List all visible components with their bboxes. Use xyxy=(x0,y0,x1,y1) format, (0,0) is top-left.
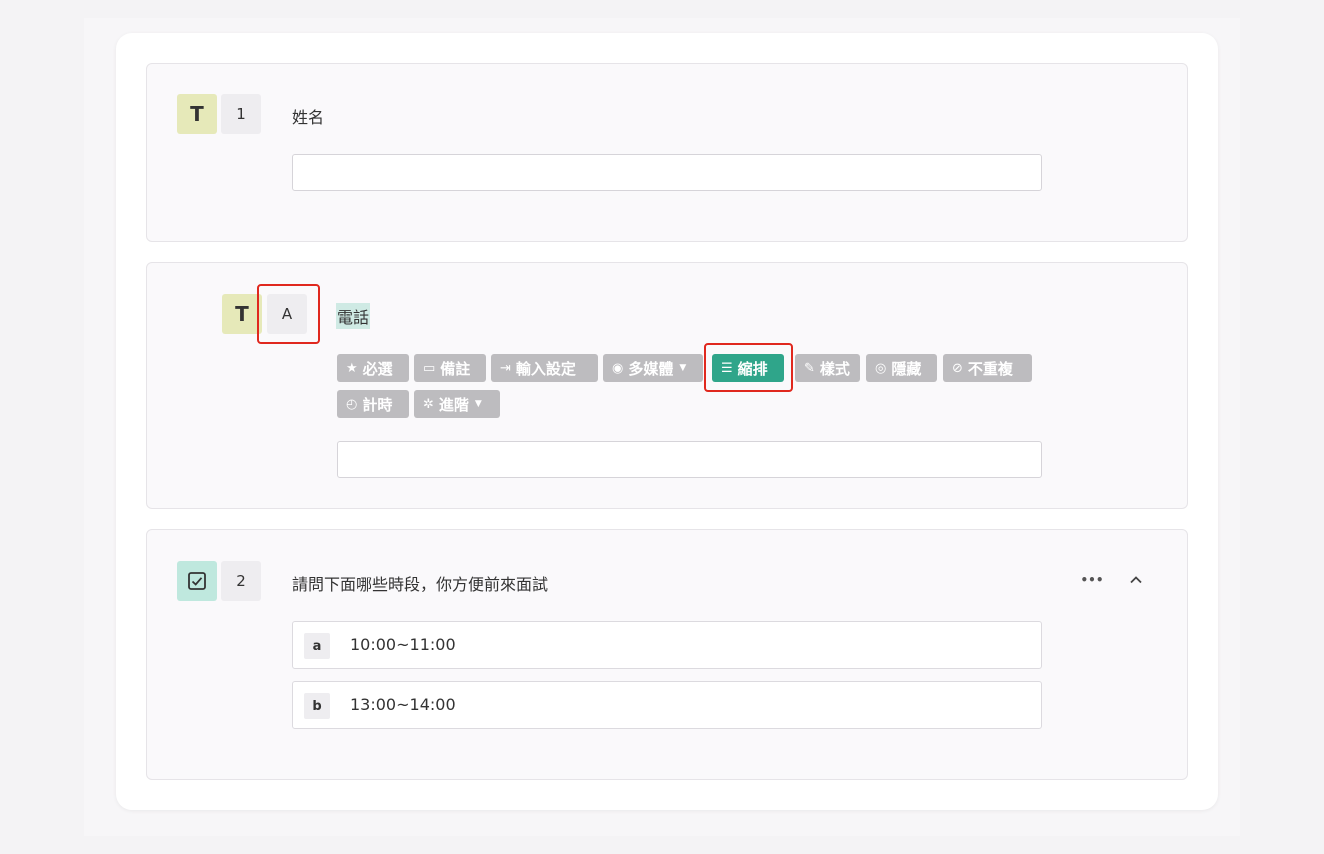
question-block-1[interactable] xyxy=(146,63,1188,242)
more-options-icon[interactable]: ••• xyxy=(1078,568,1106,592)
name-answer-input[interactable] xyxy=(292,154,1042,191)
required-button[interactable]: ★ 必選 xyxy=(337,354,409,382)
option-text[interactable]: 13:00~14:00 xyxy=(350,695,456,714)
style-button[interactable]: ✎ 樣式 xyxy=(795,354,860,382)
text-type-badge: T xyxy=(177,94,217,134)
collapse-icon[interactable] xyxy=(1124,566,1148,594)
timer-button[interactable]: ◴ 計時 xyxy=(337,390,409,418)
question-title[interactable]: 請問下面哪些時段，你方便前來面試 xyxy=(292,571,548,595)
required-label: 必選 xyxy=(362,359,393,378)
style-label: 樣式 xyxy=(819,359,850,378)
note-button[interactable]: ▭ 備註 xyxy=(414,354,486,382)
checkbox-type-badge xyxy=(177,561,217,601)
no-duplicate-label: 不重複 xyxy=(967,359,1013,378)
option-item[interactable]: b 13:00~14:00 xyxy=(292,681,1042,729)
timer-label: 計時 xyxy=(362,395,393,414)
brush-icon: ✎ xyxy=(804,360,815,376)
text-type-badge: T xyxy=(222,294,262,334)
option-item[interactable]: a 10:00~11:00 xyxy=(292,621,1042,669)
input-settings-label: 輸入設定 xyxy=(515,359,576,378)
option-key: a xyxy=(304,633,330,659)
advanced-label: 進階 xyxy=(438,395,469,414)
ban-icon: ⊘ xyxy=(952,360,963,376)
note-label: 備註 xyxy=(440,359,471,378)
camera-icon: ◉ xyxy=(612,360,624,376)
input-settings-icon: ⇥ xyxy=(500,360,511,376)
eye-slash-icon: ◎ xyxy=(875,360,887,376)
advanced-button[interactable]: ✲ 進階 ▼ xyxy=(414,390,500,418)
highlight-box-indent xyxy=(704,343,793,392)
hide-label: 隱藏 xyxy=(891,359,922,378)
clock-icon: ◴ xyxy=(346,396,358,412)
gear-icon: ✲ xyxy=(423,396,434,412)
highlight-box-label xyxy=(257,284,320,344)
question-title[interactable]: 姓名 xyxy=(292,104,324,128)
no-duplicate-button[interactable]: ⊘ 不重複 xyxy=(943,354,1032,382)
multimedia-label: 多媒體 xyxy=(628,359,674,378)
input-settings-button[interactable]: ⇥ 輸入設定 xyxy=(491,354,598,382)
phone-answer-input[interactable] xyxy=(337,441,1042,478)
option-key: b xyxy=(304,693,330,719)
caret-down-icon: ▼ xyxy=(474,399,482,409)
checkbox-icon xyxy=(188,572,206,590)
comment-icon: ▭ xyxy=(423,360,436,376)
star-icon: ★ xyxy=(346,360,358,376)
multimedia-button[interactable]: ◉ 多媒體 ▼ xyxy=(603,354,703,382)
question-number: 1 xyxy=(221,94,261,134)
hide-button[interactable]: ◎ 隱藏 xyxy=(866,354,937,382)
question-title[interactable]: 電話 xyxy=(336,303,371,329)
question-number: 2 xyxy=(221,561,261,601)
caret-down-icon: ▼ xyxy=(679,363,687,373)
option-text[interactable]: 10:00~11:00 xyxy=(350,635,456,654)
